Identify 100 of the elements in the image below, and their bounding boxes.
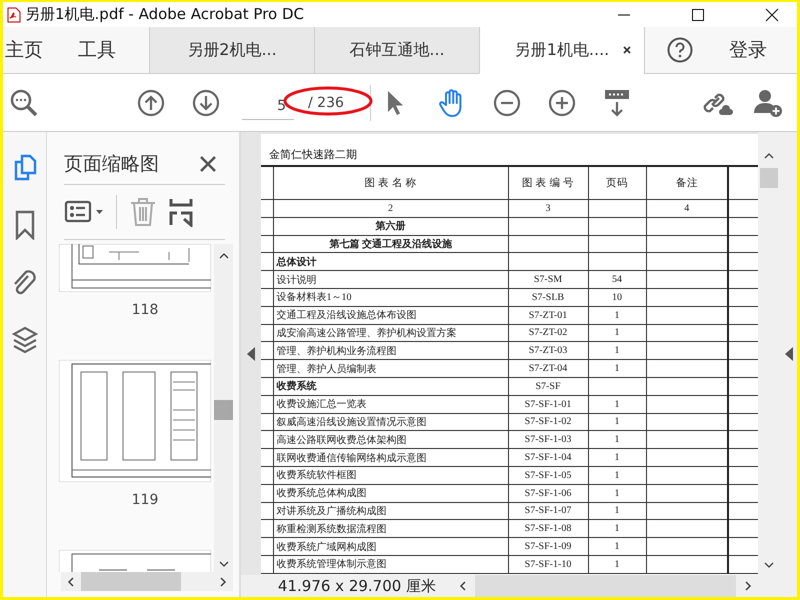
table-cell: 54	[588, 270, 646, 288]
table-cell: 收费系统广域网构成图	[273, 538, 508, 556]
table-cell: 叙威高速沿线设施设置情况示意图	[273, 413, 508, 431]
table-cell: 设计说明	[273, 270, 508, 288]
table-cell: S7-SLB	[508, 288, 588, 306]
expand-panel-icon[interactable]	[247, 346, 255, 360]
table-cell: S7-SF-1-05	[508, 466, 588, 484]
table-cell: 1	[588, 430, 646, 449]
zoom-out-icon[interactable]	[493, 88, 521, 116]
page-thumbnail[interactable]	[59, 360, 211, 482]
window-title: 另册1机电.pdf - Adobe Acrobat Pro DC	[25, 5, 304, 24]
scroll-right-icon[interactable]	[744, 581, 752, 591]
table-cell: S7-ZT-03	[508, 342, 588, 360]
scroll-up-icon[interactable]	[764, 152, 774, 160]
table-cell: 第六册	[273, 217, 508, 236]
table-cell: S7-SF-1-10	[508, 555, 588, 574]
table-cell: 1	[588, 360, 646, 378]
scroll-mode-icon[interactable]	[603, 88, 631, 118]
scroll-left-icon[interactable]	[459, 581, 467, 591]
collapse-panel-icon[interactable]	[785, 346, 793, 360]
table-cell: 交通工程及沿线设施总体布设图	[273, 306, 508, 324]
sign-in-link[interactable]: 登录	[729, 37, 767, 63]
table-cell: S7-SF-1-08	[508, 520, 588, 538]
table-cell: 2	[273, 200, 508, 218]
table-cell: 收费系统总体构成图	[273, 484, 508, 502]
table-cell: 联网收费通信传输网络构成示意图	[273, 448, 508, 466]
table-cell: 3	[508, 200, 588, 218]
table-cell: 1	[588, 466, 646, 484]
table-cell: 1	[588, 448, 646, 466]
scrollbar-thumb[interactable]	[760, 168, 778, 188]
scroll-up-icon[interactable]	[218, 252, 228, 260]
table-cell: 10	[588, 288, 646, 306]
scrollbar-thumb[interactable]	[475, 575, 736, 597]
pdf-file-icon	[7, 6, 21, 22]
close-icon[interactable]	[622, 45, 632, 55]
table-cell: 1	[588, 306, 646, 324]
layers-icon[interactable]	[12, 326, 38, 354]
table-cell: 设备材料表1～10	[273, 288, 508, 306]
table-cell: S7-SF-1-01	[508, 395, 588, 414]
close-icon[interactable]	[199, 155, 217, 173]
tab[interactable]: 另册2机电...	[149, 27, 314, 73]
tab[interactable]: 另册1机电....	[479, 27, 644, 74]
table-cell: 收费系统软件框图	[273, 466, 508, 484]
table-cell: S7-ZT-04	[508, 360, 588, 378]
pages-icon[interactable]	[12, 154, 36, 182]
table-cell: 1	[588, 342, 646, 360]
scroll-right-icon[interactable]	[219, 576, 227, 586]
page-number-label: 118	[130, 302, 160, 318]
page-size-label: 41.976 x 29.700 厘米	[276, 576, 438, 596]
table-cell: 1	[588, 395, 646, 414]
zoom-in-icon[interactable]	[548, 88, 576, 116]
table-cell: 总体设计	[273, 252, 508, 271]
table-cell: 收费设施汇总一览表	[273, 395, 508, 414]
table-cell: 收费系统	[273, 377, 508, 396]
table-cell: S7-SF-1-04	[508, 448, 588, 466]
table-cell: S7-ZT-02	[508, 324, 588, 342]
tab[interactable]: 工具	[63, 27, 149, 73]
table-cell: S7-SF-1-09	[508, 538, 588, 556]
column-header: 图 表 名 称	[273, 166, 508, 200]
table-cell: 对讲系统及广播统构成图	[273, 502, 508, 520]
page-number-field[interactable]: 5	[242, 92, 294, 120]
table-cell: 成安渝高速公路管理、养护机构设置方案	[273, 324, 508, 342]
scrollbar-thumb[interactable]	[81, 572, 181, 591]
table-cell: 1	[588, 484, 646, 502]
page-thumbnail[interactable]	[59, 244, 211, 292]
table-cell: 1	[588, 324, 646, 342]
page-insert-icon[interactable]	[169, 197, 193, 227]
table-cell: 收费系统管理体制示意图	[273, 555, 508, 574]
tab[interactable]: 主页	[3, 27, 63, 73]
pointer-icon[interactable]	[385, 88, 405, 116]
column-header: 页码	[588, 166, 646, 200]
bookmark-icon[interactable]	[14, 210, 34, 240]
column-header: 备注	[646, 166, 728, 200]
table-cell: 1	[588, 520, 646, 538]
table-cell: 1	[588, 502, 646, 520]
table-cell: 1	[588, 538, 646, 556]
scroll-left-icon[interactable]	[67, 576, 75, 586]
table-cell: 高速公路联网收费总体架构图	[273, 430, 508, 449]
help-icon[interactable]	[667, 37, 693, 63]
table-cell: S7-SM	[508, 270, 588, 288]
scrollbar-thumb[interactable]	[214, 400, 233, 420]
table-cell: S7-SF-1-07	[508, 502, 588, 520]
table-cell: S7-SF-1-02	[508, 413, 588, 431]
close-icon[interactable]	[765, 8, 779, 22]
table-cell: 第七篇 交通工程及沿线设施	[273, 235, 508, 253]
page-total: / 236	[308, 94, 344, 110]
table-cell: 管理、养护人员编制表	[273, 360, 508, 378]
table-cell: S7-SF	[508, 377, 588, 396]
tab[interactable]: 石钟互通地...	[314, 27, 479, 73]
table-cell: 管理、养护机构业务流程图	[273, 342, 508, 360]
table-cell: 称重检测系统数据流程图	[273, 520, 508, 538]
scroll-down-icon[interactable]	[218, 560, 228, 568]
panel-title: 页面缩略图	[64, 152, 159, 177]
maximize-icon[interactable]	[691, 8, 705, 22]
table-cell: S7-SF-1-03	[508, 430, 588, 449]
scroll-down-icon[interactable]	[764, 561, 774, 569]
table-cell: S7-SF-1-06	[508, 484, 588, 502]
add-user-icon[interactable]	[753, 88, 783, 118]
search-icon[interactable]	[9, 88, 39, 118]
options-menu-icon[interactable]	[64, 200, 104, 224]
